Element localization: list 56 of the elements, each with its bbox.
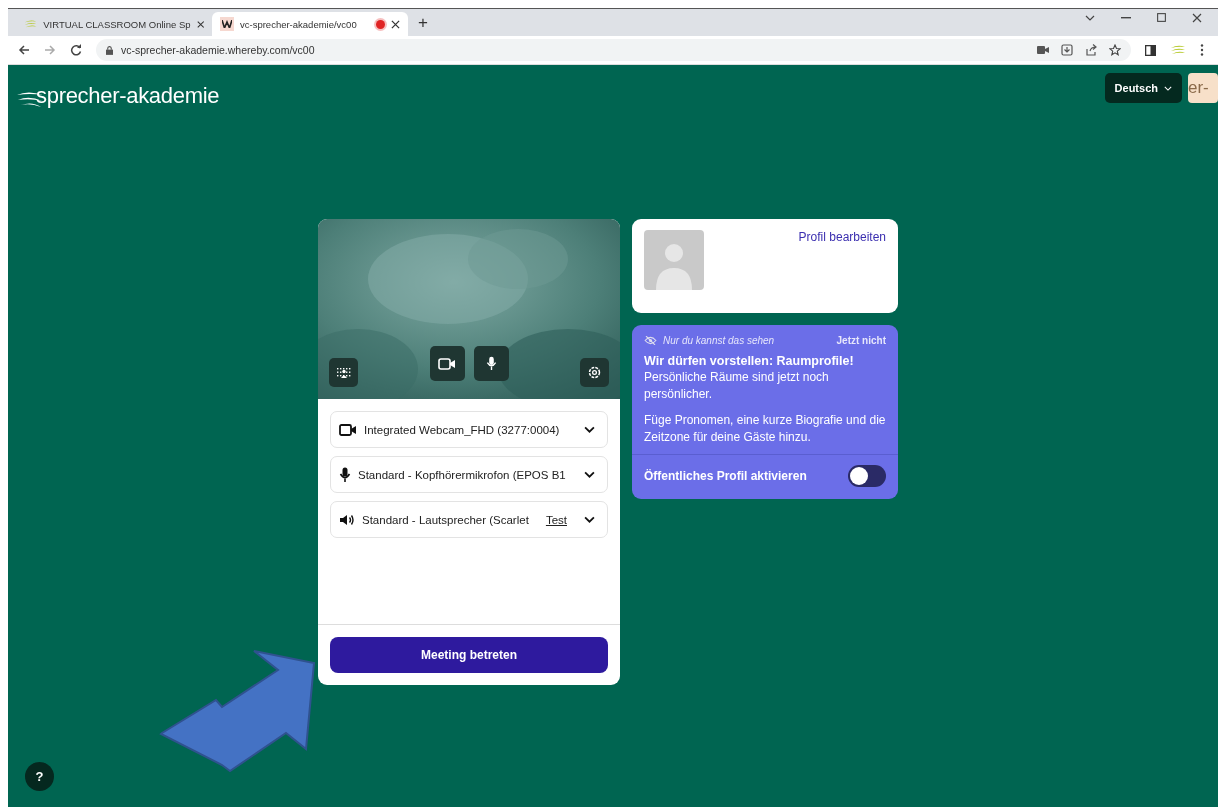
menu-icon[interactable] — [1200, 44, 1204, 56]
toggle-switch[interactable] — [848, 465, 886, 487]
star-icon[interactable] — [1109, 44, 1121, 56]
tab-title: VIRTUAL CLASSROOM Online Sp — [43, 18, 191, 30]
maximize-icon[interactable] — [1157, 13, 1166, 22]
eye-slash-icon — [644, 336, 657, 345]
promo-title: Wir dürfen vorstellen: Raumprofile! — [644, 354, 855, 368]
test-link[interactable]: Test — [545, 513, 567, 526]
speaker-icon — [339, 513, 355, 526]
reload-icon[interactable] — [70, 44, 82, 56]
back-icon[interactable] — [18, 44, 30, 56]
tab-title: vc-sprecher-akademie/vc00 — [240, 18, 358, 30]
close-icon[interactable] — [1192, 12, 1202, 23]
person-grid-icon — [336, 367, 351, 378]
logo-text: sprecher-akademie — [36, 83, 220, 109]
join-meeting-button[interactable]: Meeting betreten — [330, 637, 608, 673]
device-dropdown[interactable]: Standard - Kopfhörermikrofon (EPOS B1 — [330, 456, 608, 493]
chevron-down-icon[interactable] — [1085, 14, 1095, 21]
chevron-down-icon — [584, 426, 595, 433]
device-dropdown[interactable]: Standard - Lautsprecher (Scarlet Test — [330, 501, 608, 538]
edit-profile-link[interactable]: Profil bearbeiten — [798, 230, 886, 302]
promo-text: Persönliche Räume sind jetzt noch persönlicher. — [644, 369, 830, 403]
minimize-icon[interactable] — [1121, 16, 1131, 19]
new-tab-button[interactable]: + — [408, 13, 438, 36]
promo-text: Füge Pronomen, eine kurze Biografie und die Zeitzone für deine Gäste hinzu. — [644, 412, 886, 446]
browser-tab[interactable]: VIRTUAL CLASSROOM Online Sp — [16, 12, 212, 36]
microphone-icon — [339, 466, 351, 483]
browser-tab[interactable]: vc-sprecher-akademie/vc00 — [212, 12, 408, 36]
device-dropdown[interactable]: Integrated Webcam_FHD (3277:0004) — [330, 411, 608, 448]
notice-text: Nur du kannst das sehen — [663, 335, 775, 346]
camera-icon[interactable] — [1037, 46, 1049, 54]
microphone-toggle-button[interactable] — [473, 346, 509, 381]
microphone-icon — [485, 356, 497, 371]
toggle-label: Öffentliches Profil aktivieren — [644, 469, 807, 483]
camera-toggle-button[interactable] — [429, 346, 465, 381]
close-icon[interactable] — [196, 19, 204, 29]
chevron-down-icon — [1164, 85, 1172, 91]
close-icon[interactable] — [391, 19, 400, 29]
side-panel-icon[interactable] — [1145, 44, 1156, 56]
background-effects-button[interactable] — [329, 358, 358, 387]
avatar-icon — [644, 230, 704, 290]
install-icon[interactable] — [1061, 44, 1073, 56]
lock-icon — [106, 45, 113, 55]
letter-logo-icon — [220, 17, 234, 31]
chevron-down-icon — [584, 516, 595, 523]
address-field[interactable]: vc-sprecher-akademie.whereby.com/vc00 — [96, 39, 1131, 61]
share-icon[interactable] — [1085, 44, 1097, 56]
leaf-logo-icon — [24, 18, 38, 30]
camera-icon — [339, 423, 357, 436]
help-button[interactable]: ? — [25, 762, 54, 791]
gear-icon — [587, 365, 602, 380]
language-dropdown[interactable]: Deutsch — [1104, 73, 1182, 103]
chevron-down-icon — [584, 471, 595, 478]
camera-icon — [438, 357, 456, 370]
brand-tile: er- — [1188, 73, 1218, 103]
settings-button[interactable] — [580, 358, 609, 387]
